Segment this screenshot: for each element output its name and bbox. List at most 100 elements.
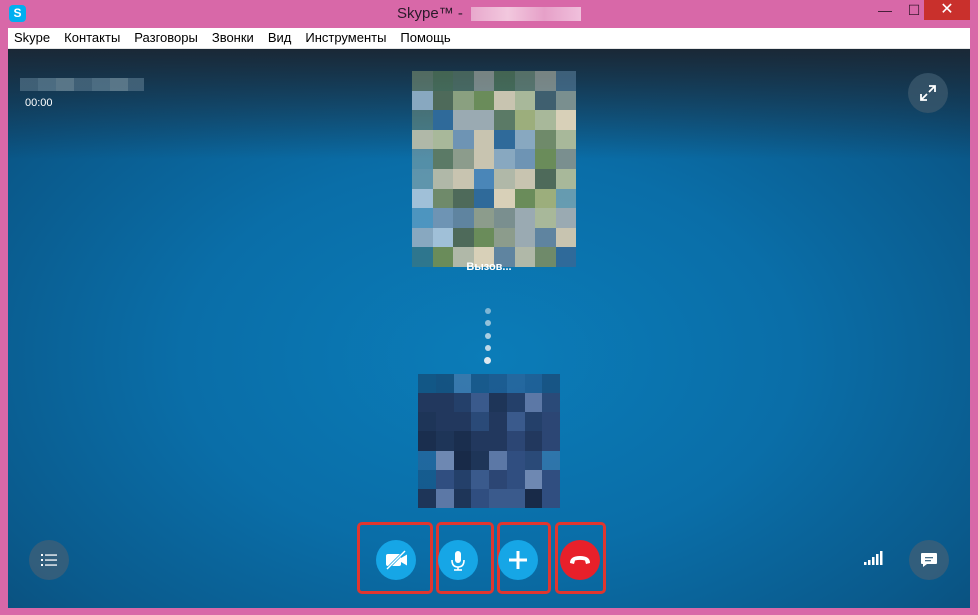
video-toggle-button[interactable]	[376, 540, 416, 580]
avatar-pixel	[555, 110, 576, 130]
fullscreen-button[interactable]	[908, 73, 948, 113]
avatar-pixel	[412, 188, 433, 209]
avatar-pixel	[489, 374, 507, 394]
avatar-pixel	[412, 71, 433, 91]
avatar-pixel	[453, 169, 474, 189]
avatar-pixel	[506, 469, 525, 489]
avatar-pixel	[489, 412, 507, 432]
call-status: Вызов...	[466, 261, 512, 273]
avatar-pixel	[473, 149, 494, 169]
avatar-pixel	[471, 450, 489, 470]
menu-help[interactable]: Помощь	[393, 28, 457, 48]
title-bar: S Skype™ - — ☐ ✕	[0, 0, 978, 28]
avatar-pixel	[432, 149, 453, 169]
avatar-pixel	[453, 488, 472, 508]
close-button[interactable]: ✕	[924, 0, 970, 20]
menu-contacts[interactable]: Контакты	[57, 28, 127, 48]
avatar-pixel	[506, 393, 525, 413]
avatar-pixel	[535, 71, 556, 91]
avatar-pixel	[494, 188, 515, 209]
avatar-pixel	[453, 393, 472, 413]
avatar-pixel	[473, 169, 494, 189]
window-title: Skype™ -	[0, 5, 978, 22]
avatar-pixel	[514, 149, 535, 169]
avatar-pixel	[555, 90, 576, 111]
avatar-pixel	[418, 488, 436, 508]
menu-view[interactable]: Вид	[261, 28, 299, 48]
avatar-pixel	[494, 90, 515, 111]
participants-button[interactable]	[29, 540, 69, 580]
avatar-pixel	[432, 188, 453, 209]
avatar-pixel	[555, 149, 576, 169]
chat-button[interactable]	[909, 540, 949, 580]
avatar-pixel	[494, 71, 515, 91]
avatar-pixel	[489, 450, 507, 470]
avatar-pixel	[473, 71, 494, 91]
avatar-pixel	[542, 412, 560, 432]
add-participant-button[interactable]	[498, 540, 538, 580]
avatar-pixel	[489, 393, 507, 413]
menu-skype[interactable]: Skype	[8, 28, 57, 48]
expand-icon	[920, 85, 936, 101]
avatar-pixel	[506, 450, 525, 470]
avatar-pixel	[412, 169, 433, 189]
avatar-pixel	[432, 227, 453, 248]
minimize-button[interactable]: —	[870, 0, 900, 20]
mute-button[interactable]	[438, 540, 478, 580]
avatar-pixel	[555, 71, 576, 91]
avatar-pixel	[555, 188, 576, 209]
avatar-pixel	[524, 412, 543, 432]
signal-strength-icon	[864, 551, 884, 570]
avatar-pixel	[471, 374, 489, 394]
menu-bar: Skype Контакты Разговоры Звонки Вид Инструмен…	[8, 28, 970, 49]
avatar-pixel	[432, 90, 453, 111]
avatar-pixel	[555, 169, 576, 189]
end-call-icon	[570, 556, 590, 564]
avatar-pixel	[542, 393, 560, 413]
avatar-pixel	[453, 208, 474, 228]
progress-dot	[485, 345, 491, 351]
avatar-pixel	[542, 431, 560, 451]
progress-dot	[484, 357, 491, 364]
avatar-pixel	[412, 227, 433, 248]
menu-calls[interactable]: Звонки	[205, 28, 261, 48]
avatar-pixel	[473, 208, 494, 228]
avatar-pixel	[542, 469, 560, 489]
plus-icon	[509, 551, 527, 569]
avatar-pixel	[524, 431, 543, 451]
avatar-pixel	[494, 149, 515, 169]
avatar-pixel	[453, 374, 472, 394]
avatar-pixel	[453, 469, 472, 489]
avatar-pixel	[494, 227, 515, 248]
end-call-button[interactable]	[560, 540, 600, 580]
avatar-pixel	[489, 469, 507, 489]
avatar-pixel	[535, 110, 556, 130]
avatar-pixel	[453, 188, 474, 209]
avatar-pixel	[418, 393, 436, 413]
redacted-contact-label	[20, 78, 144, 91]
menu-conversations[interactable]: Разговоры	[127, 28, 205, 48]
avatar-pixel	[435, 412, 454, 432]
avatar-pixel	[494, 129, 515, 150]
avatar-pixel	[453, 71, 474, 91]
progress-dot	[485, 333, 491, 339]
avatar-pixel	[473, 227, 494, 248]
avatar-pixel	[453, 227, 474, 248]
call-timer: 00:00	[25, 97, 53, 109]
avatar-pixel	[506, 412, 525, 432]
avatar-pixel	[506, 374, 525, 394]
menu-tools[interactable]: Инструменты	[298, 28, 393, 48]
avatar-pixel	[435, 450, 454, 470]
avatar-pixel	[453, 450, 472, 470]
window-bottom-edge	[0, 608, 978, 615]
avatar-pixel	[514, 208, 535, 228]
avatar-pixel	[524, 393, 543, 413]
microphone-icon	[451, 551, 465, 571]
avatar-pixel	[412, 110, 433, 130]
avatar-pixel	[535, 208, 556, 228]
avatar-pixel	[435, 374, 454, 394]
avatar-pixel	[524, 488, 543, 508]
redacted-contact-name	[471, 7, 582, 22]
avatar-pixel	[471, 393, 489, 413]
avatar-pixel	[453, 110, 474, 130]
